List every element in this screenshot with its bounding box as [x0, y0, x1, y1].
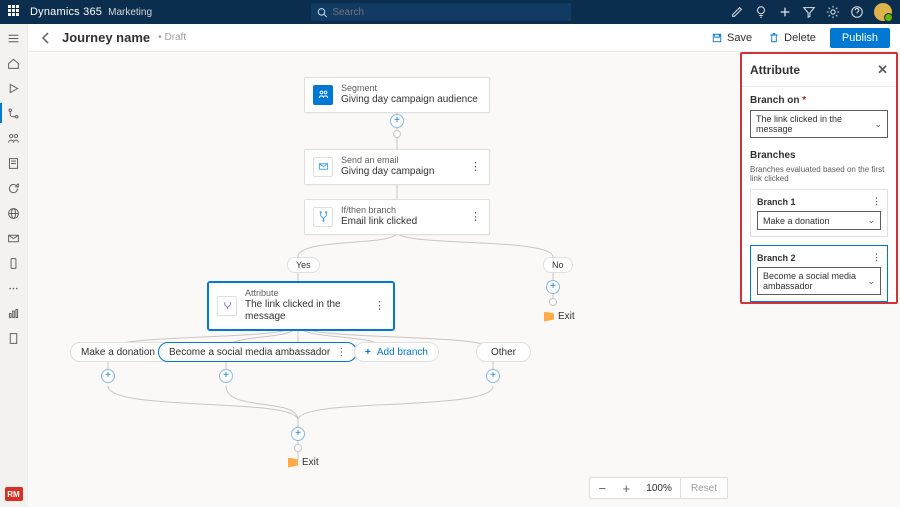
- rail-dots-icon[interactable]: [6, 280, 22, 296]
- edit-icon[interactable]: [730, 5, 744, 19]
- rail-rm-badge[interactable]: RM: [5, 487, 23, 501]
- node-title: Email link clicked: [341, 216, 417, 228]
- branch-1-select[interactable]: Make a donation⌄: [757, 211, 881, 230]
- add-node-button[interactable]: +: [390, 114, 404, 128]
- branch-on-select[interactable]: The link clicked in the message⌄: [750, 110, 888, 138]
- branch-more-icon[interactable]: ⋮: [872, 196, 881, 207]
- no-label: No: [543, 257, 573, 273]
- branches-sub: Branches evaluated based on the first li…: [750, 165, 888, 183]
- rail-globe-icon[interactable]: [6, 205, 22, 221]
- lightbulb-icon[interactable]: [754, 5, 768, 19]
- chevron-down-icon: ⌄: [867, 215, 875, 226]
- branch-pill-ambassador[interactable]: Become a social media ambassador ⋮: [158, 342, 357, 362]
- rail-phone-icon[interactable]: [6, 255, 22, 271]
- zoom-out-button[interactable]: −: [590, 481, 614, 496]
- attribute-icon: [217, 296, 237, 316]
- add-node-button[interactable]: +: [219, 369, 233, 383]
- rail-play-icon[interactable]: [6, 80, 22, 96]
- zoom-toolbar: − + 100% Reset: [589, 477, 728, 499]
- add-node-button[interactable]: +: [101, 369, 115, 383]
- node-title: Giving day campaign: [341, 166, 434, 178]
- branches-label: Branches: [750, 150, 888, 161]
- rail-doc-icon[interactable]: [6, 330, 22, 346]
- zoom-value: 100%: [638, 483, 680, 494]
- filter-icon[interactable]: [802, 5, 816, 19]
- rail-menu-icon[interactable]: [6, 30, 22, 46]
- panel-title: Attribute: [750, 63, 800, 77]
- rail-home-icon[interactable]: [6, 55, 22, 71]
- node-type: Segment: [341, 84, 478, 94]
- add-node-button[interactable]: +: [486, 369, 500, 383]
- branch-pill-other[interactable]: Other: [476, 342, 531, 362]
- brand-sub: Marketing: [108, 7, 152, 18]
- app-launcher-icon[interactable]: [8, 5, 22, 19]
- node-more-icon[interactable]: ⋮: [374, 299, 385, 312]
- zoom-in-button[interactable]: +: [614, 481, 638, 496]
- node-title: Giving day campaign audience: [341, 94, 478, 106]
- back-button[interactable]: [38, 30, 54, 46]
- flag-icon: [288, 458, 298, 468]
- help-icon[interactable]: [850, 5, 864, 19]
- node-more-icon[interactable]: ⋮: [470, 210, 481, 223]
- add-node-button[interactable]: +: [546, 280, 560, 294]
- rail-mail-icon[interactable]: [6, 230, 22, 246]
- add-node-button[interactable]: +: [291, 427, 305, 441]
- close-icon[interactable]: ✕: [877, 62, 888, 78]
- status-badge: • Draft: [158, 32, 186, 43]
- branch-icon: [313, 207, 333, 227]
- segment-icon: [313, 85, 333, 105]
- branch-2-select[interactable]: Become a social media ambassador⌄: [757, 267, 881, 295]
- side-rail: RM: [0, 24, 28, 507]
- rail-refresh-icon[interactable]: [6, 180, 22, 196]
- rail-segments-icon[interactable]: [6, 130, 22, 146]
- exit-marker: Exit: [288, 457, 319, 468]
- plus-icon: +: [365, 347, 371, 358]
- save-button[interactable]: Save: [703, 29, 760, 47]
- node-more-icon[interactable]: ⋮: [470, 160, 481, 173]
- page-title: Journey name: [62, 30, 150, 45]
- attribute-panel: Attribute ✕ Branch on * The link clicked…: [740, 52, 898, 304]
- branch-on-label: Branch on *: [750, 95, 888, 106]
- add-branch-pill[interactable]: + Add branch: [354, 342, 439, 362]
- settings-icon[interactable]: [826, 5, 840, 19]
- drop-circle: [294, 444, 302, 452]
- publish-button[interactable]: Publish: [830, 28, 890, 48]
- node-email[interactable]: Send an email Giving day campaign ⋮: [304, 149, 490, 185]
- node-ifthen[interactable]: If/then branch Email link clicked ⋮: [304, 199, 490, 235]
- flag-icon: [544, 312, 554, 322]
- chevron-down-icon: ⌄: [867, 276, 875, 287]
- brand-name: Dynamics 365: [30, 6, 102, 18]
- rail-journey-icon[interactable]: [6, 105, 22, 121]
- user-avatar[interactable]: [874, 3, 892, 21]
- branch-box-1[interactable]: Branch 1⋮ Make a donation⌄: [750, 189, 888, 237]
- search-icon: [317, 7, 327, 18]
- node-type: If/then branch: [341, 206, 417, 216]
- node-segment[interactable]: Segment Giving day campaign audience: [304, 77, 490, 113]
- global-search[interactable]: [311, 3, 571, 21]
- node-type: Send an email: [341, 156, 434, 166]
- node-type: Attribute: [245, 289, 366, 299]
- exit-marker: Exit: [544, 311, 575, 322]
- drop-circle: [549, 298, 557, 306]
- branch-box-2[interactable]: Branch 2⋮ Become a social media ambassad…: [750, 245, 888, 302]
- branch-more-icon[interactable]: ⋮: [872, 252, 881, 263]
- node-attribute[interactable]: Attribute The link clicked in the messag…: [208, 282, 394, 330]
- chevron-down-icon: ⌄: [874, 119, 882, 130]
- rail-chart-icon[interactable]: [6, 305, 22, 321]
- node-title: The link clicked in the message: [245, 299, 366, 323]
- rail-form-icon[interactable]: [6, 155, 22, 171]
- zoom-reset-button[interactable]: Reset: [680, 478, 727, 498]
- search-input[interactable]: [332, 7, 565, 18]
- plus-icon[interactable]: [778, 5, 792, 19]
- email-icon: [313, 157, 333, 177]
- pill-more-icon[interactable]: ⋮: [336, 347, 346, 358]
- delete-button[interactable]: Delete: [760, 29, 824, 47]
- drop-circle: [393, 130, 401, 138]
- yes-label: Yes: [287, 257, 320, 273]
